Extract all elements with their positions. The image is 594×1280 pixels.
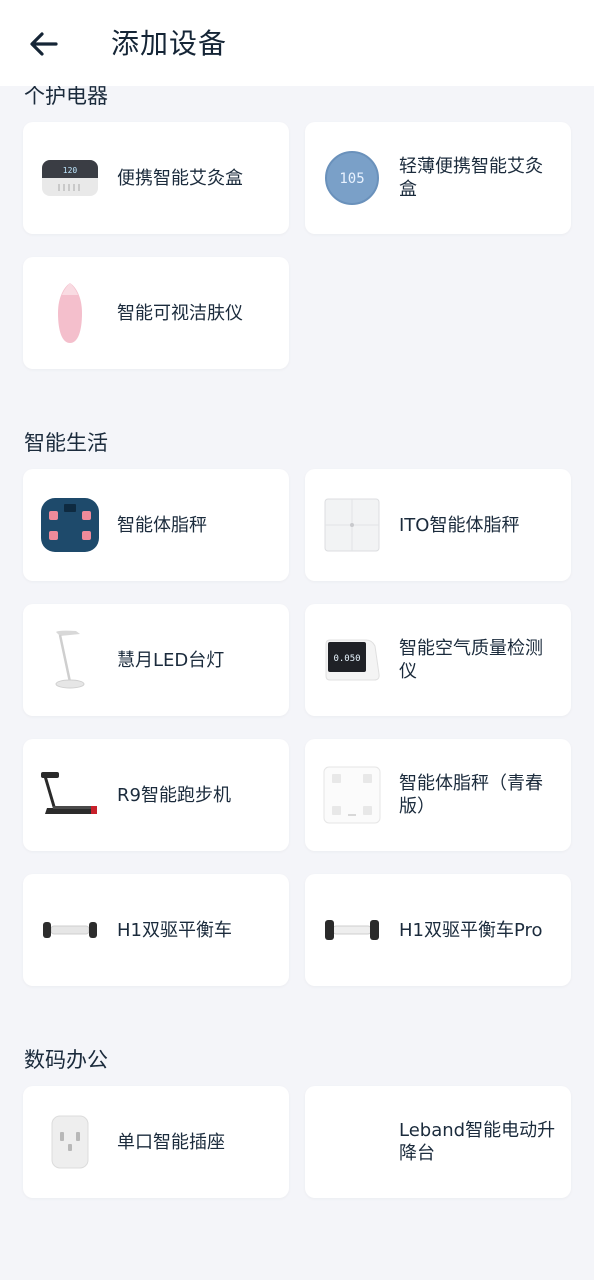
device-card-standing-desk[interactable]: Leband智能电动升降台	[305, 1086, 571, 1198]
section-title: 数码办公	[24, 1048, 108, 1072]
device-card-balance-scooter[interactable]: H1双驱平衡车	[23, 874, 289, 986]
device-name: 慧月LED台灯	[117, 649, 225, 671]
device-name: 智能体脂秤（青春版）	[399, 773, 543, 817]
device-card-led-desk-lamp[interactable]: 慧月LED台灯	[23, 604, 289, 716]
section-smart-life: 智能生活 智能体脂秤 ITO智能体脂秤 慧月LED台灯 0.050 智能空气质量…	[0, 417, 594, 986]
svg-text:105: 105	[339, 171, 364, 187]
section-personal-care: 个护电器 120 便携智能艾灸盒 105 轻薄便携智能艾灸盒 智能可视洁肤仪	[0, 86, 594, 369]
balance-scooter-image	[23, 874, 117, 986]
device-card-smart-socket[interactable]: 单口智能插座	[23, 1086, 289, 1198]
section-digital-office: 数码办公 单口智能插座 Leband智能电动升降台	[0, 1034, 594, 1198]
device-card-treadmill[interactable]: R9智能跑步机	[23, 739, 289, 851]
treadmill-image	[23, 739, 117, 851]
body-fat-scale-blue-image	[23, 469, 117, 581]
arrow-left-icon	[30, 32, 58, 56]
section-title: 个护电器	[24, 86, 108, 108]
page-title: 添加设备	[111, 27, 228, 60]
led-desk-lamp-image	[23, 604, 117, 716]
device-name: H1双驱平衡车	[117, 919, 232, 941]
device-card-youth-body-fat-scale[interactable]: 智能体脂秤（青春版）	[305, 739, 571, 851]
device-card-balance-scooter-pro[interactable]: H1双驱平衡车Pro	[305, 874, 571, 986]
device-name: R9智能跑步机	[117, 784, 231, 806]
face-cleanser-image	[23, 257, 117, 369]
device-card-face-cleanser[interactable]: 智能可视洁肤仪	[23, 257, 289, 369]
section-title: 智能生活	[24, 431, 108, 455]
standing-desk-image	[305, 1086, 399, 1198]
device-name: Leband智能电动升降台	[399, 1120, 556, 1164]
svg-text:120: 120	[63, 166, 78, 175]
youth-body-fat-scale-image	[305, 739, 399, 851]
device-card-moxibustion-box[interactable]: 120 便携智能艾灸盒	[23, 122, 289, 234]
device-name: 智能可视洁肤仪	[117, 302, 243, 324]
back-button[interactable]	[26, 26, 62, 62]
device-name: 智能体脂秤	[117, 514, 207, 536]
device-name: 轻薄便携智能艾灸盒	[399, 156, 543, 200]
device-name: 智能空气质量检测仪	[399, 638, 543, 682]
ito-body-fat-scale-image	[305, 469, 399, 581]
moxibustion-box-image: 120	[23, 122, 117, 234]
balance-scooter-pro-image	[305, 874, 399, 986]
device-card-air-quality-monitor[interactable]: 0.050 智能空气质量检测仪	[305, 604, 571, 716]
device-name: 便携智能艾灸盒	[117, 167, 243, 189]
device-name: H1双驱平衡车Pro	[399, 919, 543, 941]
device-card-ito-body-fat-scale[interactable]: ITO智能体脂秤	[305, 469, 571, 581]
app-header: 添加设备	[0, 0, 594, 86]
smart-socket-image	[23, 1086, 117, 1198]
device-name: ITO智能体脂秤	[399, 514, 520, 536]
device-list[interactable]: 个护电器 120 便携智能艾灸盒 105 轻薄便携智能艾灸盒 智能可视洁肤仪 智…	[0, 86, 594, 1280]
device-name: 单口智能插座	[117, 1131, 225, 1153]
svg-text:0.050: 0.050	[333, 654, 360, 664]
thin-moxibustion-box-image: 105	[305, 122, 399, 234]
device-card-body-fat-scale[interactable]: 智能体脂秤	[23, 469, 289, 581]
air-quality-monitor-image: 0.050	[305, 604, 399, 716]
device-card-thin-moxibustion-box[interactable]: 105 轻薄便携智能艾灸盒	[305, 122, 571, 234]
